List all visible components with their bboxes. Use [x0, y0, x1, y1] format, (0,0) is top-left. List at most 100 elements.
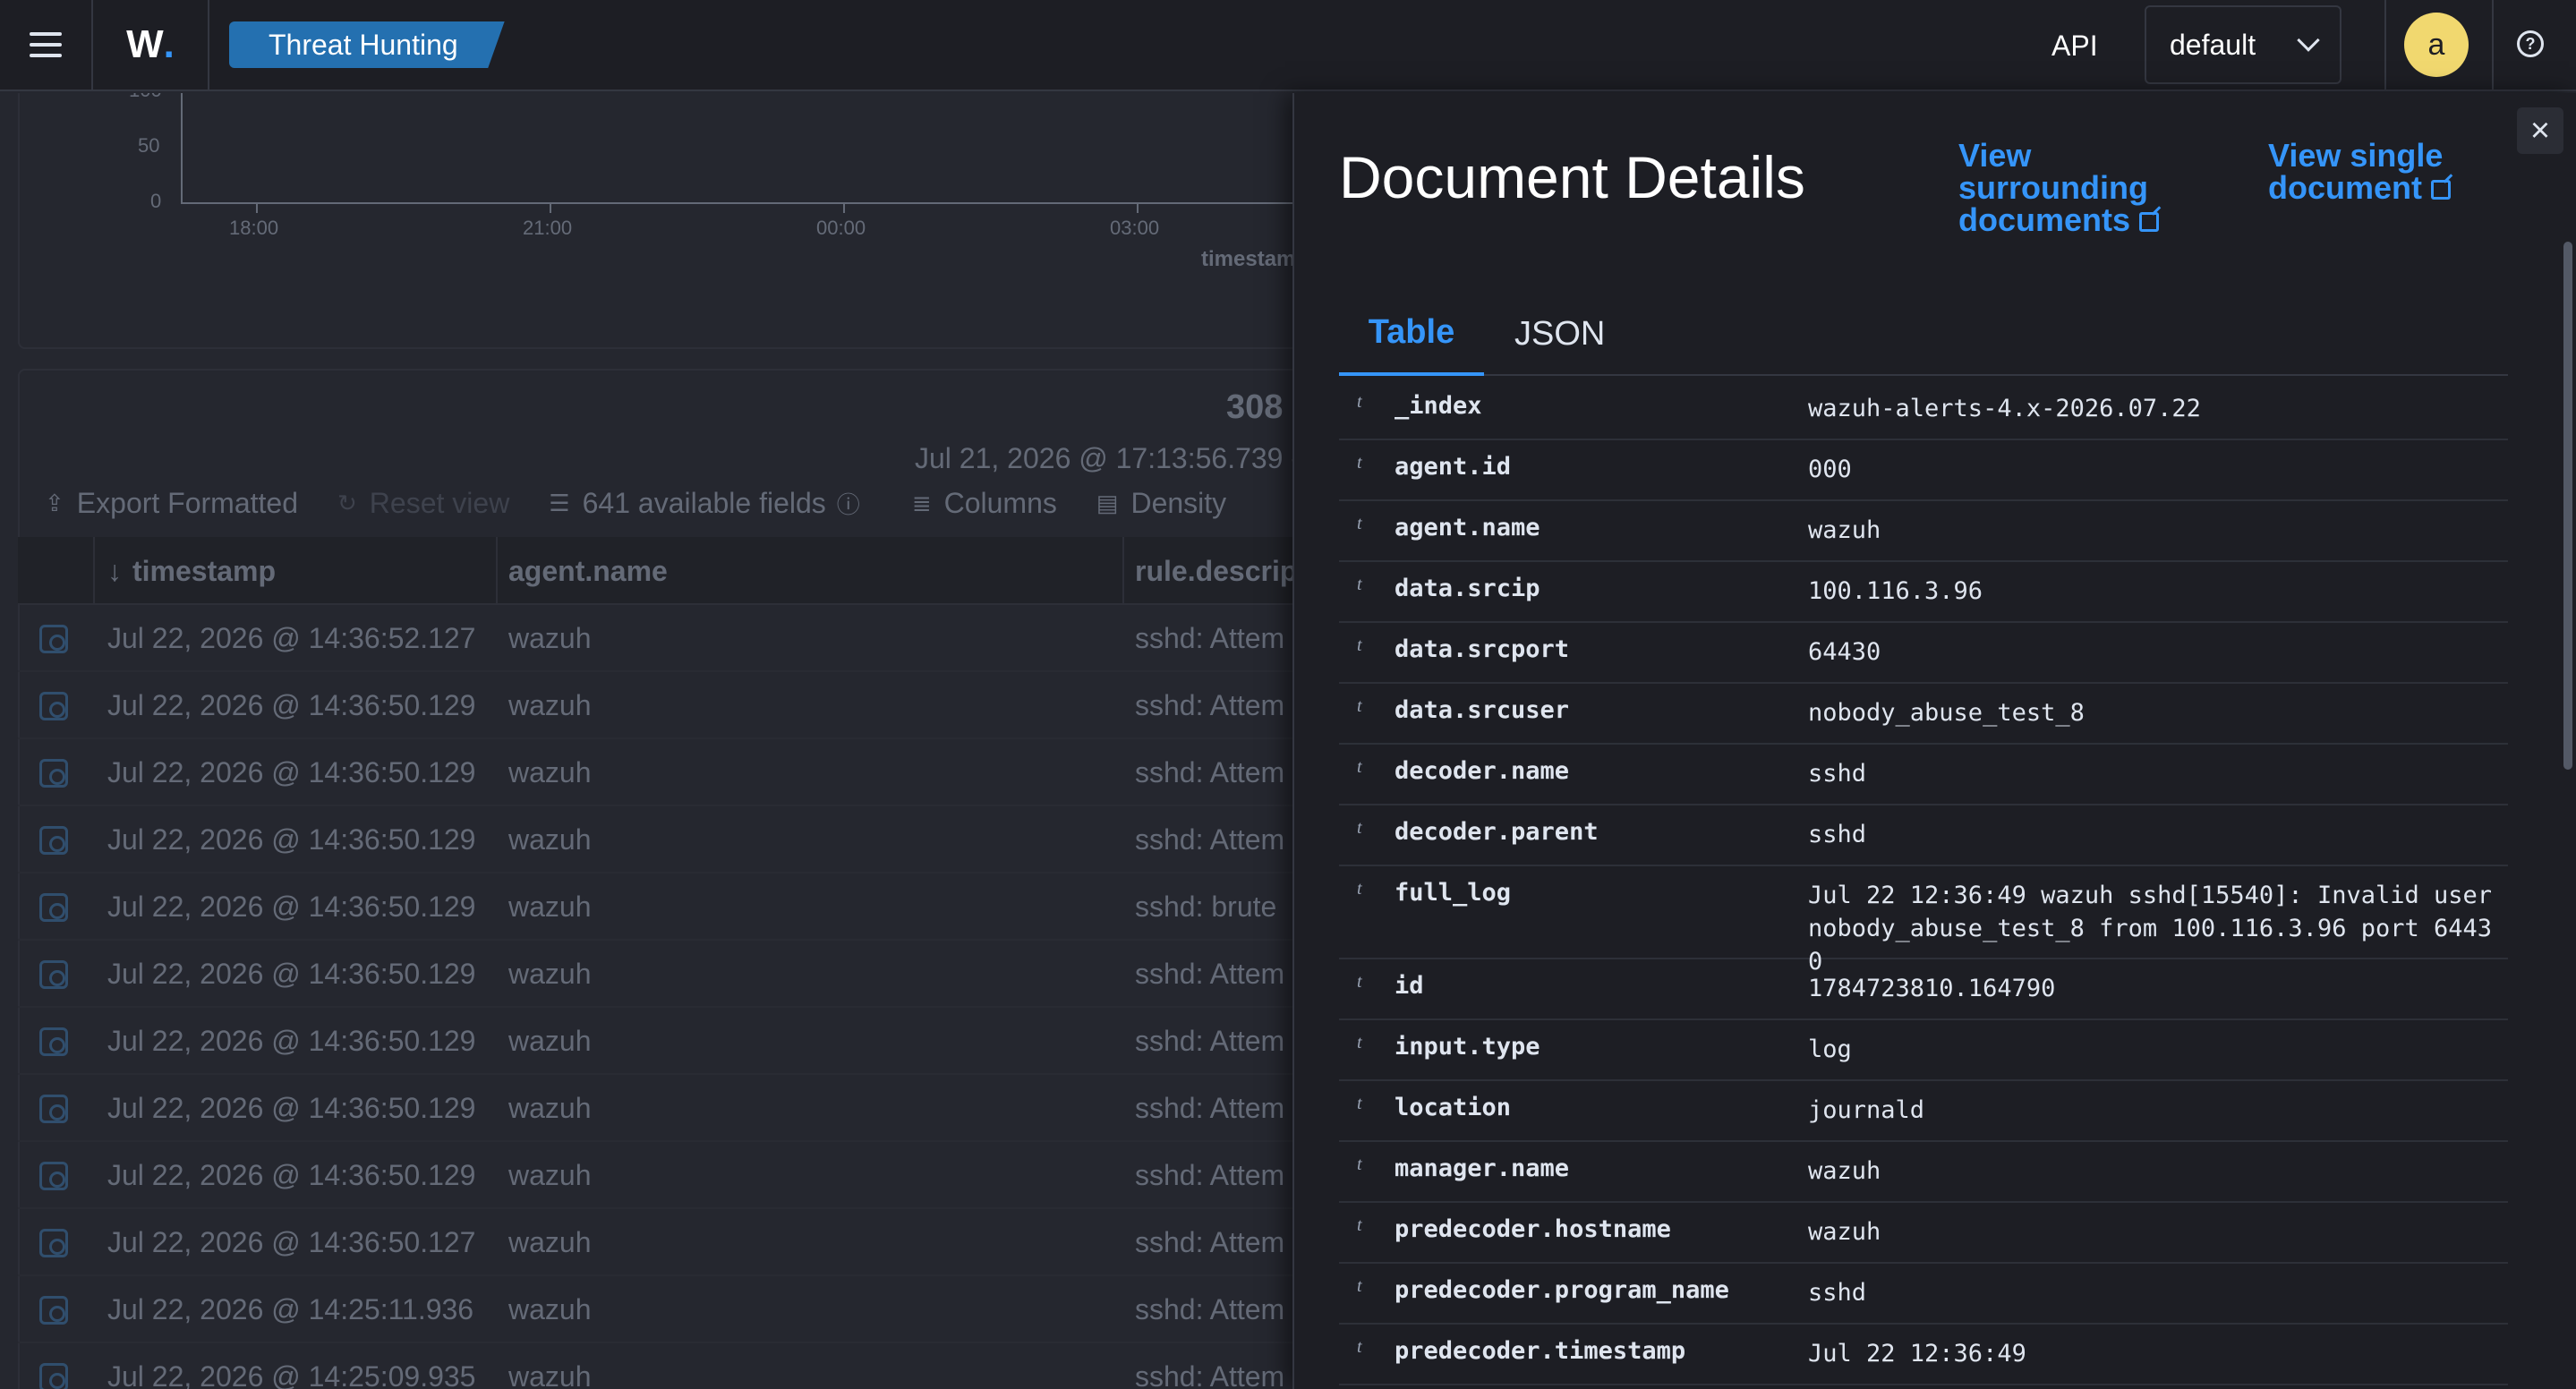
inspect-document-icon[interactable] — [39, 1296, 68, 1325]
field-row: t agent.name wazuh — [1339, 501, 2508, 562]
cell-agent-name: wazuh — [508, 1091, 592, 1124]
x-tick-label: 21:00 — [523, 217, 573, 239]
field-type-icon: t — [1357, 818, 1362, 838]
inspect-document-icon[interactable] — [39, 1095, 68, 1123]
table-row[interactable]: Jul 22, 2026 @ 14:36:50.129 wazuh sshd: At… — [18, 739, 1292, 806]
reset-view-button[interactable]: ↻ Reset view — [337, 487, 509, 520]
export-label: Export Formatted — [76, 487, 298, 519]
discover-background: 100 50 0 18:00 21:00 00:00 03:00 timesta… — [0, 93, 1292, 1389]
flyout-scrollbar[interactable] — [2563, 242, 2572, 770]
field-row: t data.srcuser nobody_abuse_test_8 — [1339, 684, 2508, 745]
cell-agent-name: wazuh — [508, 890, 592, 923]
table-row[interactable]: Jul 22, 2026 @ 14:36:52.127 wazuh sshd: At… — [18, 605, 1292, 672]
fields-label: 641 available fields — [582, 487, 826, 519]
cell-agent-name: wazuh — [508, 1225, 592, 1258]
reset-label: Reset view — [369, 487, 510, 519]
inspect-document-icon[interactable] — [39, 759, 68, 788]
cell-timestamp: Jul 22, 2026 @ 14:36:50.129 — [107, 957, 476, 990]
field-value: 100.116.3.96 — [1808, 577, 1983, 605]
field-type-icon: t — [1357, 1276, 1362, 1296]
breadcrumb-threat-hunting[interactable]: Threat Hunting — [229, 21, 505, 68]
api-link[interactable]: API — [2051, 0, 2098, 91]
chevron-down-icon — [2297, 29, 2320, 52]
field-value: sshd — [1808, 760, 1867, 788]
link-line: documents — [1958, 201, 2131, 238]
inspect-document-icon[interactable] — [39, 1027, 68, 1056]
table-row[interactable]: Jul 22, 2026 @ 14:36:50.129 wazuh sshd: br… — [18, 873, 1292, 941]
document-fields-table: t _index wazuh-alerts-4.x-2026.07.22 t agent… — [1339, 379, 2508, 1385]
list-icon: ≣ — [911, 490, 932, 516]
inspect-document-icon[interactable] — [39, 893, 68, 922]
tab-json[interactable]: JSON — [1514, 292, 1605, 376]
external-link-icon — [2139, 212, 2160, 233]
field-value: wazuh — [1808, 1218, 1881, 1246]
field-name: predecoder.hostname — [1395, 1215, 1671, 1243]
cell-timestamp: Jul 22, 2026 @ 14:36:50.129 — [107, 1158, 476, 1191]
column-header-rule-description[interactable]: rule.descrip — [1135, 537, 1292, 605]
export-formatted-button[interactable]: ⇪ Export Formatted — [45, 487, 298, 520]
field-name: agent.id — [1395, 453, 1512, 481]
field-value: 1784723810.164790 — [1808, 975, 2056, 1002]
link-line: View single — [2268, 137, 2444, 174]
wazuh-logo[interactable]: W. — [93, 0, 209, 90]
field-name: id — [1395, 972, 1424, 1000]
column-header-timestamp[interactable]: ↓ timestamp — [107, 537, 501, 605]
column-label: timestamp — [132, 554, 277, 587]
field-type-icon: t — [1357, 696, 1362, 716]
field-row: t manager.name wazuh — [1339, 1142, 2508, 1203]
view-surrounding-documents-link[interactable]: View surrounding documents — [1958, 140, 2160, 238]
cell-timestamp: Jul 22, 2026 @ 14:36:50.129 — [107, 688, 476, 721]
refresh-icon: ↻ — [337, 490, 357, 516]
field-name: _index — [1395, 392, 1482, 420]
tab-table[interactable]: Table — [1339, 292, 1484, 376]
field-type-icon: t — [1357, 392, 1362, 412]
field-row: t decoder.parent sshd — [1339, 805, 2508, 866]
field-value: log — [1808, 1035, 1852, 1063]
column-header-agent-name[interactable]: agent.name — [508, 537, 1117, 605]
close-icon[interactable]: × — [2517, 107, 2563, 154]
link-line: surrounding — [1958, 169, 2148, 206]
table-row[interactable]: Jul 22, 2026 @ 14:25:09.935 wazuh sshd: At… — [18, 1343, 1292, 1389]
cell-rule-description: sshd: Attem — [1135, 688, 1285, 721]
field-row: t _index wazuh-alerts-4.x-2026.07.22 — [1339, 379, 2508, 440]
field-type-icon: t — [1357, 1215, 1362, 1235]
table-row[interactable]: Jul 22, 2026 @ 14:25:11.936 wazuh sshd: At… — [18, 1276, 1292, 1343]
table-row[interactable]: Jul 22, 2026 @ 14:36:50.129 wazuh sshd: At… — [18, 672, 1292, 739]
menu-toggle-button[interactable] — [0, 0, 93, 90]
user-avatar[interactable]: a — [2404, 13, 2469, 77]
columns-button[interactable]: ≣ Columns — [912, 487, 1057, 520]
column-divider — [1122, 537, 1124, 605]
density-label: Density — [1130, 487, 1227, 519]
inspect-document-icon[interactable] — [39, 625, 68, 653]
table-row[interactable]: Jul 22, 2026 @ 14:36:50.127 wazuh sshd: At… — [18, 1209, 1292, 1276]
fields-icon: ☰ — [549, 490, 570, 516]
chart-x-title: timestam — [1201, 247, 1292, 271]
inspect-document-icon[interactable] — [39, 1229, 68, 1257]
cell-agent-name: wazuh — [508, 1158, 592, 1191]
density-button[interactable]: ▤ Density — [1096, 487, 1226, 520]
inspect-document-icon[interactable] — [39, 692, 68, 720]
y-tick-label: 50 — [138, 134, 160, 157]
view-single-document-link[interactable]: View single document — [2268, 137, 2452, 206]
inspect-document-icon[interactable] — [39, 960, 68, 989]
tenant-selector[interactable]: default — [2145, 5, 2341, 84]
table-row[interactable]: Jul 22, 2026 @ 14:36:50.129 wazuh sshd: At… — [18, 806, 1292, 873]
field-type-icon: t — [1357, 575, 1362, 594]
cell-rule-description: sshd: Attem — [1135, 1024, 1285, 1057]
inspect-document-icon[interactable] — [39, 1363, 68, 1389]
field-row: t input.type log — [1339, 1020, 2508, 1081]
table-row[interactable]: Jul 22, 2026 @ 14:36:50.129 wazuh sshd: At… — [18, 941, 1292, 1008]
link-line: document — [2268, 169, 2423, 206]
field-type-icon: t — [1357, 1155, 1362, 1174]
table-row[interactable]: Jul 22, 2026 @ 14:36:50.129 wazuh sshd: At… — [18, 1008, 1292, 1075]
inspect-document-icon[interactable] — [39, 1162, 68, 1190]
field-name: predecoder.program_name — [1395, 1276, 1729, 1304]
available-fields-button[interactable]: ☰ 641 available fields ⓘ — [549, 487, 873, 520]
header-divider — [2492, 0, 2494, 91]
inspect-document-icon[interactable] — [39, 826, 68, 855]
help-icon[interactable]: ? — [2517, 30, 2544, 57]
table-row[interactable]: Jul 22, 2026 @ 14:36:50.129 wazuh sshd: At… — [18, 1075, 1292, 1142]
cell-timestamp: Jul 22, 2026 @ 14:36:50.129 — [107, 1091, 476, 1124]
table-row[interactable]: Jul 22, 2026 @ 14:36:50.129 wazuh sshd: At… — [18, 1142, 1292, 1209]
cell-timestamp: Jul 22, 2026 @ 14:25:11.936 — [107, 1292, 474, 1325]
